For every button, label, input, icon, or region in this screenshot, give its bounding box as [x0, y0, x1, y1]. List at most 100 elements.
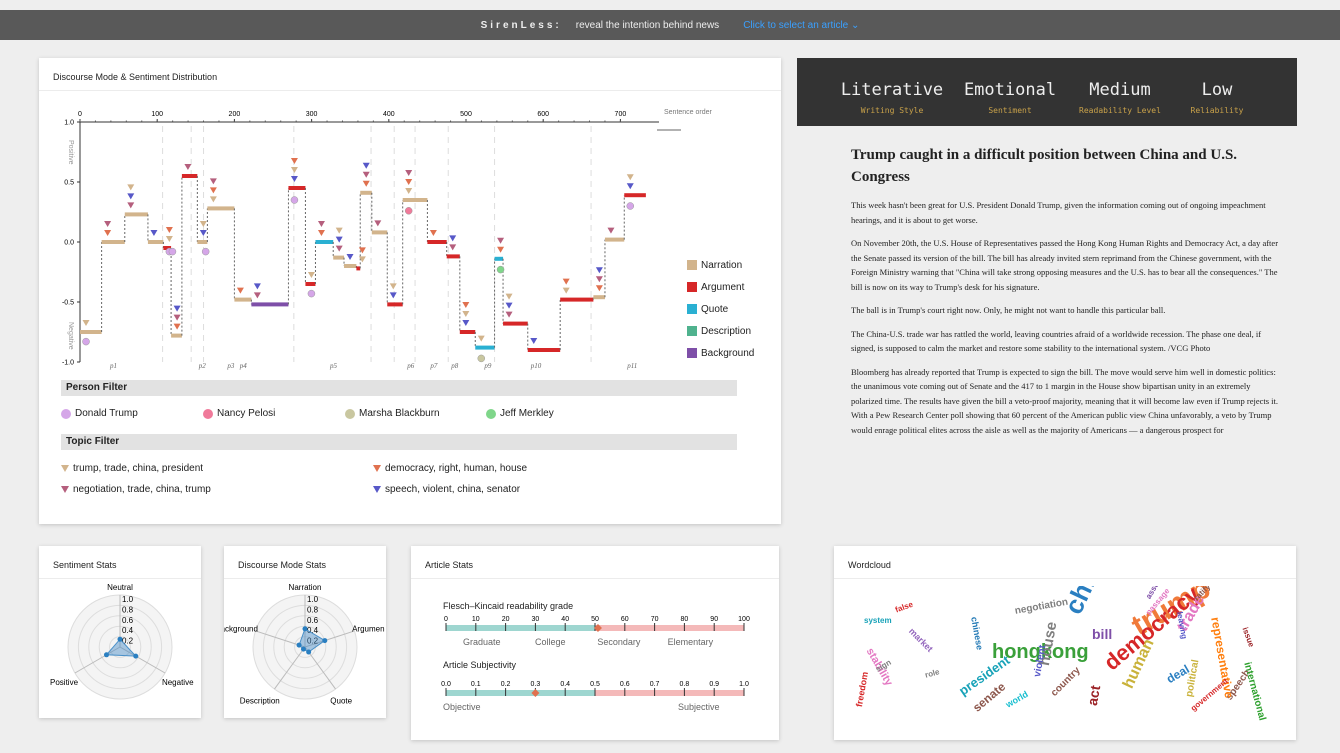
paragraph-label: p8 — [450, 362, 459, 370]
y-tick-label: -1.0 — [62, 360, 74, 367]
readability-band-label: Secondary — [597, 637, 641, 647]
sentence-segment — [593, 295, 605, 300]
topic-filter-item[interactable]: democracy, right, human, house — [373, 463, 527, 474]
x-tick-label: 100 — [151, 111, 163, 118]
top-bar: SirenLess: reveal the intention behind n… — [0, 10, 1340, 40]
legend-item-narration[interactable]: Narration — [687, 254, 754, 276]
topic-filter-item[interactable]: negotiation, trade, china, trump — [61, 484, 211, 495]
legend-item-argument[interactable]: Argument — [687, 276, 754, 298]
paragraph-label: p10 — [530, 362, 542, 370]
wordcloud-word[interactable]: negotiation — [1014, 597, 1069, 617]
wordcloud-word[interactable]: role — [924, 667, 941, 679]
legend-item-description[interactable]: Description — [687, 320, 754, 342]
wordcloud-word[interactable]: freedom — [854, 671, 870, 708]
topic-marker — [374, 220, 382, 227]
wordcloud-word[interactable]: system — [864, 616, 892, 625]
subjectivity-end-label: Objective — [443, 702, 481, 712]
readability-band-label: Elementary — [668, 637, 714, 647]
topic-filter-item[interactable]: speech, violent, china, senator — [373, 484, 520, 495]
sentence-segment — [251, 302, 289, 307]
topic-marker — [173, 305, 181, 312]
y-tick-label: 0.0 — [64, 240, 74, 247]
topic-marker — [165, 227, 173, 233]
topic-marker — [173, 323, 181, 330]
wordcloud-word[interactable]: issue — [1241, 626, 1256, 648]
topic-triangle-icon — [373, 465, 381, 472]
radar-axis-label: ackground — [224, 624, 258, 633]
wordcloud-word[interactable]: country — [1049, 665, 1083, 699]
wordcloud-word[interactable]: chinese — [969, 616, 985, 651]
topic-marker — [449, 235, 457, 242]
person-filter-marsha-blackburn[interactable]: Marsha Blackburn — [345, 408, 440, 419]
person-filter-jeff-merkley[interactable]: Jeff Merkley — [486, 408, 554, 419]
topic-marker — [449, 244, 457, 251]
article-style-header: Literative Writing Style Emotional Sentime… — [797, 58, 1297, 126]
ruler-tick-label: 10 — [472, 616, 480, 623]
wordcloud-word[interactable]: market — [907, 626, 935, 654]
x-tick-label: 700 — [615, 111, 627, 118]
legend-item-background[interactable]: Background — [687, 342, 754, 364]
topic-marker — [505, 311, 513, 318]
wordcloud-word[interactable]: bill — [1092, 626, 1112, 642]
readability-stat: Medium Readability Level — [1065, 80, 1175, 115]
wordcloud-word[interactable]: act — [1084, 684, 1103, 707]
person-filter-nancy-pelosi[interactable]: Nancy Pelosi — [203, 408, 275, 419]
sentence-segment — [207, 206, 235, 211]
select-article-dropdown[interactable]: Click to select an article ⌄ — [743, 20, 859, 31]
radar-axis-label: Description — [240, 697, 280, 706]
topic-marker — [607, 227, 615, 234]
person-filter-donald-trump[interactable]: Donald Trump — [61, 408, 138, 419]
legend-swatch — [687, 304, 697, 314]
discourse-radar-chart: Narration Argumen Quote Description ackgroun… — [224, 583, 385, 706]
discourse-chart[interactable]: 0 100 200 300 400 500 600 700 Sentence order 1.0 0… — [39, 102, 781, 392]
x-tick-label: 300 — [306, 111, 318, 118]
sentence-segment — [356, 266, 361, 271]
ruler-tick-label: 50 — [591, 616, 599, 623]
sentence-segment — [402, 198, 428, 202]
sentence-segment — [80, 330, 102, 334]
topic-marker — [317, 230, 325, 236]
topic-filter-item[interactable]: trump, trade, china, president — [61, 463, 203, 474]
topic-marker — [165, 236, 173, 242]
sentiment-stat: Emotional Sentiment — [955, 80, 1065, 115]
person-dot — [203, 408, 213, 419]
radar-point — [300, 646, 306, 652]
person-dot — [345, 408, 355, 419]
radar-tick-label: 1.0 — [122, 595, 134, 604]
wordcloud-area[interactable]: chinatrumphongkongdemocracyhumanbilltrad… — [844, 586, 1286, 736]
discourse-stats-panel: Discourse Mode Stats Narration Argumen Quo… — [224, 546, 386, 718]
wordcloud-word[interactable]: false — [894, 600, 914, 615]
sentence-segment — [315, 240, 334, 244]
sentence-segment — [427, 240, 447, 244]
person-dot — [486, 408, 496, 419]
ruler-tick-label: 80 — [681, 616, 689, 623]
legend-item-quote[interactable]: Quote — [687, 298, 754, 320]
topic-triangle-icon — [61, 465, 69, 472]
topic-marker — [104, 221, 112, 227]
radar-point — [306, 649, 312, 655]
topic-label: speech, violent, china, senator — [385, 484, 521, 495]
x-tick-label: 400 — [383, 111, 395, 118]
radar-tick-label: 0.8 — [122, 605, 134, 614]
radar-axis-label: Negative — [162, 678, 194, 687]
y-tick-label: 0.5 — [64, 180, 74, 187]
topic-marker — [595, 276, 603, 283]
ruler-tick-label: 0.6 — [620, 681, 630, 688]
panel-title: Wordcloud — [834, 546, 1296, 579]
wordcloud-word[interactable]: international — [1241, 661, 1267, 722]
legend-label: Argument — [701, 281, 745, 293]
topic-label: trump, trade, china, president — [73, 463, 204, 474]
radar-point — [296, 642, 302, 648]
topic-marker — [335, 245, 343, 252]
ruler-tick-label: 20 — [502, 616, 510, 623]
topic-marker — [290, 167, 298, 173]
stat-label: Reliability — [1190, 106, 1244, 115]
topic-marker — [209, 187, 217, 194]
stat-label: Writing Style — [860, 106, 924, 115]
topic-marker — [184, 164, 192, 170]
sentence-segment — [604, 237, 625, 242]
ruler-tick-label: 0.1 — [471, 681, 481, 688]
topic-marker — [317, 221, 325, 227]
wordcloud-word[interactable]: world — [1004, 689, 1030, 710]
article-view[interactable]: Trump caught in a difficult position bet… — [835, 126, 1295, 526]
